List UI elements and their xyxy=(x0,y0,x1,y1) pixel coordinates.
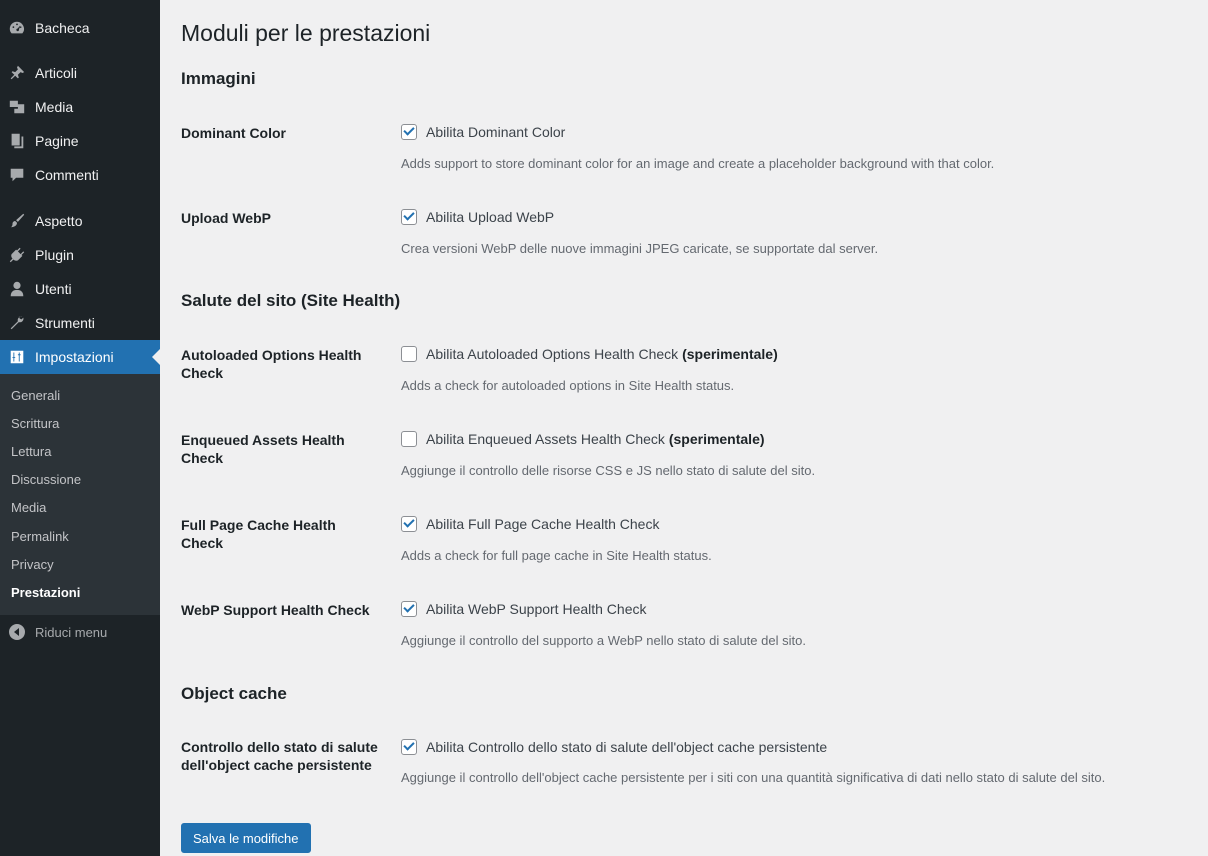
setting-checkbox-row[interactable]: Abilita Controllo dello stato di salute … xyxy=(401,739,827,755)
menu-item-utenti[interactable]: Utenti xyxy=(0,272,160,306)
checkbox[interactable] xyxy=(401,601,417,617)
setting-description: Aggiunge il controllo dell'object cache … xyxy=(401,770,1106,785)
submenu-item-scrittura[interactable]: Scrittura xyxy=(11,414,59,434)
pages-icon xyxy=(7,131,27,151)
setting-description: Adds a check for autoloaded options in S… xyxy=(401,378,735,393)
section-heading-object-cache: Object cache xyxy=(181,684,287,703)
menu-item-articoli[interactable]: Articoli xyxy=(0,56,160,90)
checkbox-label: Abilita Dominant Color xyxy=(426,124,566,140)
collapse-arrow-icon xyxy=(9,624,25,640)
setting-checkbox-row[interactable]: Abilita Upload WebP xyxy=(401,209,554,225)
setting-label: Full Page Cache Health Check xyxy=(181,517,336,551)
setting-description: Aggiunge il controllo del supporto a Web… xyxy=(401,633,806,648)
setting-checkbox-row[interactable]: Abilita Full Page Cache Health Check xyxy=(401,516,659,532)
media-icon xyxy=(7,97,27,117)
menu-label: Articoli xyxy=(35,65,78,81)
checkbox-label: Abilita Full Page Cache Health Check xyxy=(426,516,660,532)
page-title: Moduli per le prestazioni xyxy=(181,20,431,46)
submenu-item-discussione[interactable]: Discussione xyxy=(11,470,81,490)
setting-description: Adds a check for full page cache in Site… xyxy=(401,548,712,563)
checkbox[interactable] xyxy=(401,516,417,532)
setting-checkbox-row[interactable]: Abilita Enqueued Assets Health Check (sp… xyxy=(401,431,765,447)
menu-label: Utenti xyxy=(35,281,72,297)
settings-icon xyxy=(7,347,27,367)
checkbox[interactable] xyxy=(401,209,417,225)
menu-item-commenti[interactable]: Commenti xyxy=(0,158,160,192)
collapse-menu-button[interactable]: Riduci menu xyxy=(0,620,160,644)
setting-description: Aggiunge il controllo delle risorse CSS … xyxy=(401,463,816,478)
submenu-item-permalink[interactable]: Permalink xyxy=(11,527,69,547)
user-icon xyxy=(7,279,27,299)
checkbox[interactable] xyxy=(401,346,417,362)
section-heading-site-health: Salute del sito (Site Health) xyxy=(181,291,401,310)
menu-item-bacheca[interactable]: Bacheca xyxy=(0,11,160,45)
wrench-icon xyxy=(7,313,27,333)
menu-label: Strumenti xyxy=(35,315,95,331)
checkbox[interactable] xyxy=(401,739,417,755)
menu-item-media[interactable]: Media xyxy=(0,90,160,124)
submenu-item-privacy[interactable]: Privacy xyxy=(11,555,54,575)
menu-label: Pagine xyxy=(35,133,79,149)
experimental-tag: (sperimentale) xyxy=(668,431,765,447)
menu-item-aspetto[interactable]: Aspetto xyxy=(0,204,160,238)
checkbox-label: Abilita Controllo dello stato di salute … xyxy=(426,739,828,755)
admin-sidebar: Bacheca Articoli Media Pagine Commenti A… xyxy=(0,0,160,856)
setting-label: Enqueued Assets Health Check xyxy=(181,432,345,466)
settings-submenu: Generali Scrittura Lettura Discussione M… xyxy=(0,374,160,615)
checkbox[interactable] xyxy=(401,431,417,447)
dashboard-icon xyxy=(7,18,27,38)
setting-checkbox-row[interactable]: Abilita Dominant Color xyxy=(401,124,565,140)
experimental-tag: (sperimentale) xyxy=(682,346,778,362)
checkbox[interactable] xyxy=(401,124,417,140)
menu-item-pagine[interactable]: Pagine xyxy=(0,124,160,158)
checkbox-label: Abilita Autoloaded Options Health Check xyxy=(426,346,679,362)
setting-label: Autoloaded Options Health Check xyxy=(181,347,362,381)
menu-item-impostazioni[interactable]: Impostazioni xyxy=(0,340,160,374)
section-heading-immagini: Immagini xyxy=(181,69,256,88)
pin-icon xyxy=(7,63,27,83)
checkbox-label: Abilita Enqueued Assets Health Check xyxy=(426,431,665,447)
collapse-label: Riduci menu xyxy=(35,624,108,640)
save-changes-button[interactable]: Salva le modifiche xyxy=(181,823,311,853)
menu-label: Commenti xyxy=(35,167,99,183)
setting-label: Dominant Color xyxy=(181,125,286,141)
menu-label: Aspetto xyxy=(35,213,83,229)
menu-label: Media xyxy=(35,99,74,115)
menu-label: Bacheca xyxy=(35,20,90,36)
plugin-icon xyxy=(7,245,27,265)
menu-label: Impostazioni xyxy=(35,349,114,365)
comments-icon xyxy=(7,165,27,185)
submenu-item-generali[interactable]: Generali xyxy=(11,386,60,406)
submenu-item-prestazioni[interactable]: Prestazioni xyxy=(11,583,80,603)
menu-item-plugin[interactable]: Plugin xyxy=(0,238,160,272)
current-menu-arrow xyxy=(152,349,160,365)
checkbox-label: Abilita Upload WebP xyxy=(426,209,555,225)
main-content: Moduli per le prestazioni Immagini Domin… xyxy=(181,0,1208,856)
setting-description: Adds support to store dominant color for… xyxy=(401,156,995,171)
setting-label: Upload WebP xyxy=(181,210,271,226)
setting-checkbox-row[interactable]: Abilita Autoloaded Options Health Check … xyxy=(401,346,778,362)
setting-checkbox-row[interactable]: Abilita WebP Support Health Check xyxy=(401,601,647,617)
setting-description: Crea versioni WebP delle nuove immagini … xyxy=(401,241,879,256)
setting-label: WebP Support Health Check xyxy=(181,602,370,618)
menu-label: Plugin xyxy=(35,247,74,263)
menu-item-strumenti[interactable]: Strumenti xyxy=(0,306,160,340)
checkbox-label: Abilita WebP Support Health Check xyxy=(426,601,647,617)
submenu-item-lettura[interactable]: Lettura xyxy=(11,442,51,462)
submenu-item-media[interactable]: Media xyxy=(11,498,46,518)
paintbrush-icon xyxy=(7,211,27,231)
setting-label: Controllo dello stato di salute dell'obj… xyxy=(181,739,378,773)
